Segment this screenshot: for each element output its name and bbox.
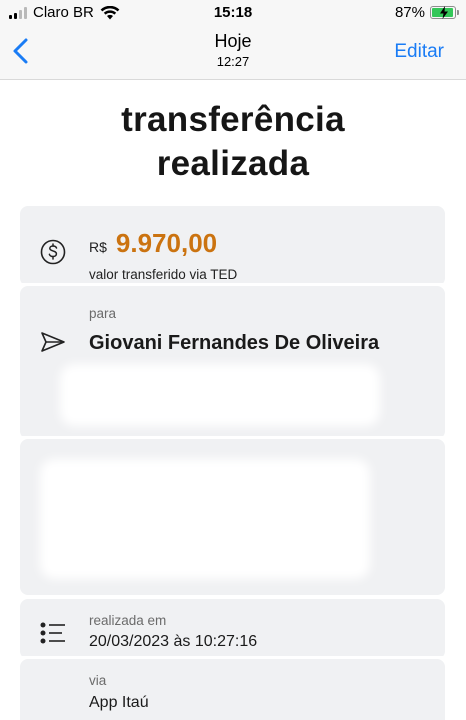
send-paper-plane-icon	[41, 332, 65, 352]
transfer-type-note: valor transferido via TED	[89, 267, 238, 282]
charging-bolt-icon	[440, 6, 448, 19]
date-card: realizada em 20/03/2023 às 10:27:16	[20, 599, 445, 659]
redacted-area	[40, 459, 370, 579]
recipient-card: para Giovani Fernandes De Oliveira	[20, 286, 445, 439]
transfer-amount: 9.970,00	[115, 228, 218, 258]
battery-percent: 87%	[394, 4, 425, 21]
recipient-name: Giovani Fernandes De Oliveira	[89, 332, 380, 354]
dollar-circle-icon	[40, 239, 66, 265]
status-right: 87%	[394, 4, 459, 21]
receipt-headline: transferência realizada	[0, 98, 466, 186]
status-bar: Claro BR 15:18 87%	[0, 0, 466, 26]
battery-icon	[430, 6, 459, 19]
headline-line-2: realizada	[156, 144, 310, 183]
headline-line-1: transferência	[121, 100, 345, 139]
date-label: realizada em	[89, 613, 167, 628]
receipt-content: transferência realizada R$ 9.970,00 valo…	[0, 81, 466, 720]
list-icon	[40, 622, 65, 644]
via-value: App Itaú	[89, 694, 149, 711]
battery-tip	[457, 10, 459, 15]
date-value: 20/03/2023 às 10:27:16	[89, 633, 258, 650]
redacted-card	[20, 439, 445, 595]
via-label: via	[89, 673, 107, 688]
redacted-area	[60, 364, 380, 426]
via-card: via App Itaú	[20, 659, 445, 720]
currency-symbol: R$	[89, 239, 107, 255]
amount-row: R$ 9.970,00	[89, 228, 217, 259]
recipient-label: para	[89, 306, 117, 321]
amount-card: R$ 9.970,00 valor transferido via TED	[20, 206, 445, 286]
navigation-bar: Hoje 12:27 Editar	[0, 26, 466, 80]
edit-button[interactable]: Editar	[394, 41, 444, 63]
